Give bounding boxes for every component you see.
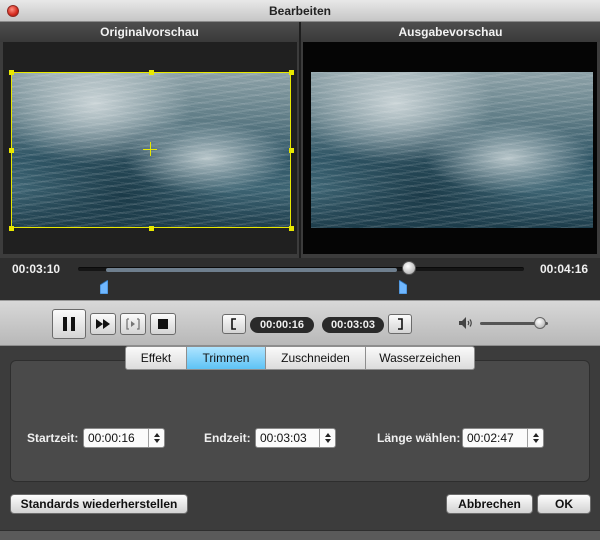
crop-handle-top-right[interactable] — [289, 70, 294, 75]
set-end-button[interactable] — [388, 314, 412, 334]
fast-forward-icon — [96, 319, 110, 329]
tab-wasserzeichen[interactable]: Wasserzeichen — [366, 346, 475, 370]
edit-window: Bearbeiten Originalvorschau Ausgabevorsc… — [0, 0, 600, 540]
timeline-track[interactable] — [78, 267, 524, 272]
fast-forward-button[interactable] — [90, 313, 116, 335]
crop-handle-bottom[interactable] — [149, 226, 154, 231]
stop-icon — [158, 319, 168, 329]
volume-slider-knob[interactable] — [533, 317, 546, 329]
stepper-arrows-icon — [324, 433, 331, 443]
restore-defaults-button[interactable]: Standards wiederherstellen — [10, 494, 188, 514]
end-time-label: Endzeit: — [204, 431, 251, 445]
tab-zuschneiden[interactable]: Zuschneiden — [266, 346, 366, 370]
settings-area: Startzeit: 00:00:16 Endzeit: 00:03:03 Lä… — [0, 346, 600, 540]
start-time-field[interactable]: 00:00:16 — [83, 428, 165, 448]
start-time-value: 00:00:16 — [88, 431, 135, 445]
frame-step-button[interactable] — [120, 313, 146, 335]
trim-start-marker[interactable] — [99, 280, 108, 294]
ok-button[interactable]: OK — [537, 494, 591, 514]
trim-start-time: 00:00:16 — [250, 317, 314, 333]
edit-tabs: Effekt Trimmen Zuschneiden Wasserzeichen — [125, 346, 475, 370]
marker-start-icon — [99, 280, 108, 294]
trim-end-time: 00:03:03 — [322, 317, 384, 333]
output-video-frame — [311, 72, 593, 228]
total-time: 00:04:16 — [540, 262, 589, 276]
stepper-arrows-icon — [532, 433, 539, 443]
bottom-strip — [0, 530, 600, 540]
crop-handle-left[interactable] — [9, 148, 14, 153]
bracket-left-icon — [231, 318, 236, 330]
pause-button[interactable] — [52, 309, 86, 339]
tab-trimmen[interactable]: Trimmen — [187, 346, 266, 370]
start-time-stepper[interactable] — [148, 429, 164, 447]
timeline: 00:03:10 00:04:16 — [0, 258, 600, 300]
playback-controls: 00:00:16 00:03:03 — [0, 300, 600, 346]
cancel-button[interactable]: Abbrechen — [446, 494, 533, 514]
original-preview-label: Originalvorschau — [0, 22, 299, 42]
stop-button[interactable] — [150, 313, 176, 335]
crop-handle-bottom-right[interactable] — [289, 226, 294, 231]
trim-panel: Startzeit: 00:00:16 Endzeit: 00:03:03 Lä… — [10, 360, 590, 482]
start-time-label: Startzeit: — [27, 431, 79, 445]
bracket-right-icon — [398, 318, 403, 330]
length-label: Länge wählen: — [377, 431, 461, 445]
title-bar[interactable]: Bearbeiten — [0, 0, 600, 22]
preview-divider — [299, 22, 301, 258]
playhead-knob[interactable] — [402, 261, 417, 275]
end-time-field[interactable]: 00:03:03 — [255, 428, 336, 448]
end-time-value: 00:03:03 — [260, 431, 307, 445]
crop-handle-bottom-left[interactable] — [9, 226, 14, 231]
speaker-icon[interactable] — [458, 316, 474, 330]
current-time: 00:03:10 — [12, 262, 61, 276]
trim-end-marker[interactable] — [398, 280, 407, 294]
original-preview-pane — [3, 42, 297, 254]
end-time-stepper[interactable] — [319, 429, 335, 447]
marker-end-icon — [398, 280, 407, 294]
length-stepper[interactable] — [527, 429, 543, 447]
crop-handle-right[interactable] — [289, 148, 294, 153]
crop-handle-top[interactable] — [149, 70, 154, 75]
set-start-button[interactable] — [222, 314, 246, 334]
pause-icon — [63, 317, 75, 331]
frame-step-icon — [126, 318, 140, 330]
crop-frame[interactable] — [11, 72, 291, 228]
trim-range-fill — [105, 268, 397, 272]
length-field[interactable]: 00:02:47 — [462, 428, 544, 448]
output-preview-pane — [303, 42, 597, 254]
window-title: Bearbeiten — [268, 4, 332, 18]
crop-handle-top-left[interactable] — [9, 70, 14, 75]
tab-effekt[interactable]: Effekt — [125, 346, 187, 370]
output-preview-label: Ausgabevorschau — [301, 22, 600, 42]
stepper-arrows-icon — [153, 433, 160, 443]
length-value: 00:02:47 — [467, 431, 514, 445]
crosshair-icon-vertical — [150, 142, 151, 156]
